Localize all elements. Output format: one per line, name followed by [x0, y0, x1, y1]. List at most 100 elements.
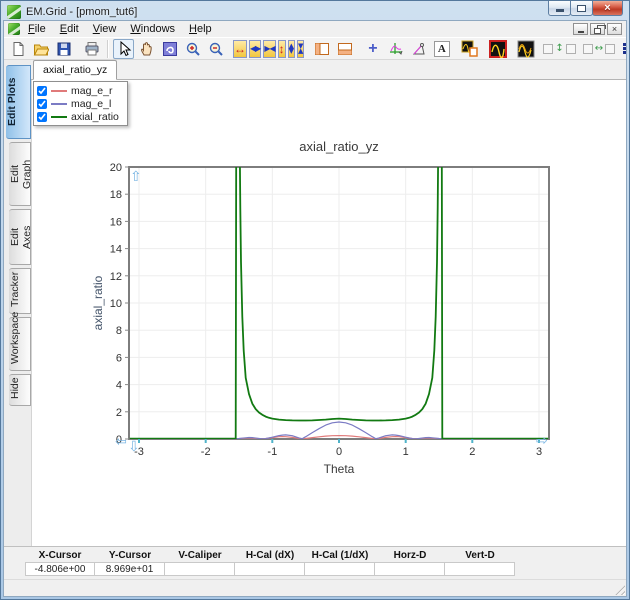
svg-text:0: 0: [336, 446, 342, 458]
cursor-table: X-Cursor Y-Cursor V-Caliper H-Cal (dX) H…: [4, 546, 626, 579]
legend-item-axial-ratio[interactable]: axial_ratio: [37, 110, 119, 123]
zoom-region-tool-button[interactable]: [159, 39, 180, 59]
mdi-close-button[interactable]: ×: [607, 23, 622, 35]
horz-d-value: [375, 562, 445, 576]
new-document-button[interactable]: [7, 39, 28, 59]
app-logo-icon: [7, 5, 21, 19]
x-axis-label: Theta: [324, 462, 355, 476]
tab-axial-ratio-yz[interactable]: axial_ratio_yz: [33, 60, 117, 80]
maximize-button[interactable]: [570, 1, 593, 16]
y-autoscale-right-checkbox[interactable]: [566, 44, 576, 54]
y-autoscale-left-checkbox[interactable]: [543, 44, 553, 54]
chart-area[interactable]: axial_ratio_yz axial_ratio Theta -3-2-10…: [32, 80, 626, 546]
x-autoscale-group: ↔: [583, 43, 615, 54]
print-button[interactable]: [81, 39, 102, 59]
svg-text:1: 1: [403, 446, 409, 458]
layout-icon: [623, 43, 626, 54]
mdi-restore-icon: [594, 28, 601, 34]
legend-checkbox-mag-e-l[interactable]: [37, 99, 47, 109]
x-autoscale-right-checkbox[interactable]: [605, 44, 615, 54]
save-button[interactable]: [53, 39, 74, 59]
split-vertical-button[interactable]: [311, 39, 332, 59]
legend-item-mag-e-l[interactable]: mag_e_l: [37, 97, 119, 110]
svg-text:2: 2: [116, 407, 122, 419]
resize-grip[interactable]: [613, 583, 625, 595]
split-horizontal-button[interactable]: [334, 39, 355, 59]
stretch-y-button[interactable]: ▲▼: [288, 40, 295, 58]
legend-checkbox-mag-e-r[interactable]: [37, 86, 47, 96]
sidebar-tab-edit-graph[interactable]: Edit Graph: [9, 142, 31, 206]
select-tool-button[interactable]: [113, 39, 134, 59]
legend-swatch-axial-ratio: [51, 116, 67, 118]
zoom-out-button[interactable]: [205, 39, 226, 59]
expand-y-button[interactable]: ↕: [278, 40, 286, 58]
legend-checkbox-axial-ratio[interactable]: [37, 112, 47, 122]
close-button[interactable]: ×: [592, 1, 623, 16]
mdi-minimize-icon: [578, 31, 584, 33]
svg-text:4: 4: [116, 380, 122, 392]
axis-drag-handle: ⇩: [128, 439, 140, 455]
mdi-minimize-button[interactable]: [573, 23, 588, 35]
h-arrows-icon: ↔: [595, 43, 603, 54]
sidebar-tab-hide[interactable]: Hide: [9, 374, 31, 406]
minimize-button[interactable]: [548, 1, 571, 16]
legend-item-mag-e-r[interactable]: mag_e_r: [37, 84, 119, 97]
vert-d-value: [445, 562, 515, 576]
layout-button[interactable]: Layout: [623, 43, 626, 54]
legend-swatch-mag-e-r: [51, 90, 67, 92]
menu-windows[interactable]: Windows: [124, 22, 181, 36]
axis-drag-handle: ⇦: [115, 434, 127, 450]
document-icon[interactable]: [8, 23, 20, 35]
plot-window-tool-button[interactable]: [459, 39, 480, 59]
expand-x-button[interactable]: ↔: [233, 40, 247, 58]
menubar: File Edit View Windows Help ×: [4, 21, 626, 37]
svg-text:16: 16: [110, 216, 122, 228]
h-cal-dx-value: [235, 562, 305, 576]
mdi-restore-button[interactable]: [590, 23, 605, 35]
x-autoscale-left-checkbox[interactable]: [583, 44, 593, 54]
waveform-tool-2-button[interactable]: [515, 39, 536, 59]
v-arrows-icon: ↕: [555, 43, 563, 54]
y-axis-label: axial_ratio: [91, 275, 105, 330]
svg-text:20: 20: [110, 162, 122, 174]
x-cursor-value: -4.806e+00: [25, 562, 95, 576]
menu-file[interactable]: File: [22, 22, 52, 36]
v-caliper-value: [165, 562, 235, 576]
menu-help[interactable]: Help: [183, 22, 218, 36]
plot-tabbar: axial_ratio_yz: [31, 60, 626, 80]
sidebar-tab-tracker[interactable]: Tracker: [9, 268, 31, 314]
crosshair-tool-button[interactable]: +: [362, 39, 383, 59]
window-controls: ×: [549, 1, 623, 16]
angle-tool-button[interactable]: [408, 39, 429, 59]
toolbar-separator: [107, 40, 108, 58]
maximize-icon: [577, 5, 586, 12]
cursor-table-values: -4.806e+00 8.969e+01: [25, 562, 626, 576]
stretch-x-button[interactable]: ◀▶: [249, 40, 261, 58]
menu-view[interactable]: View: [87, 22, 123, 36]
sidebar-tab-edit-plots[interactable]: Edit Plots: [6, 65, 31, 139]
h-cal-1dx-value: [305, 562, 375, 576]
waveform-tool-1-button[interactable]: [487, 39, 508, 59]
svg-text:10: 10: [110, 298, 122, 310]
sidebar-tab-workspace[interactable]: Workspace: [9, 317, 31, 371]
text-tool-button[interactable]: A: [431, 39, 452, 59]
menu-edit[interactable]: Edit: [54, 22, 85, 36]
pan-tool-button[interactable]: [136, 39, 157, 59]
axis-drag-handle: ⇧: [130, 169, 142, 185]
compress-y-button[interactable]: ▼▲: [297, 40, 304, 58]
sidebar: Edit Plots Edit Graph Edit Axes Tracker …: [4, 60, 31, 546]
axis-drag-handle: ⇨: [536, 433, 548, 449]
app-window: EM.Grid - [pmom_tut6] × File Edit View W…: [0, 0, 630, 600]
svg-text:12: 12: [110, 271, 122, 283]
sidebar-tab-edit-axes[interactable]: Edit Axes: [9, 209, 31, 265]
svg-text:-2: -2: [201, 446, 211, 458]
zoom-in-button[interactable]: [182, 39, 203, 59]
y-cursor-value: 8.969e+01: [95, 562, 165, 576]
axes-tool-button[interactable]: [385, 39, 406, 59]
svg-text:18: 18: [110, 189, 122, 201]
chart-title: axial_ratio_yz: [299, 139, 379, 154]
window-title: EM.Grid - [pmom_tut6]: [26, 6, 137, 18]
y-autoscale-group: ↕: [543, 43, 575, 54]
compress-x-button[interactable]: ▶◀: [263, 40, 275, 58]
open-file-button[interactable]: [30, 39, 51, 59]
